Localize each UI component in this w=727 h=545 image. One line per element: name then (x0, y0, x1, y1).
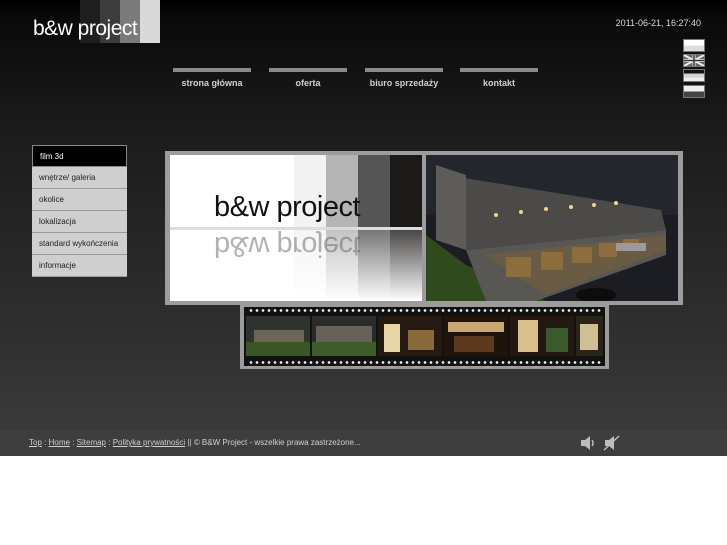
nav-label: kontakt (482, 78, 515, 88)
side-menu-item-gallery[interactable]: wnętrze/ galeria (32, 167, 127, 189)
footer-separator: : (108, 438, 111, 447)
sound-on-icon[interactable] (579, 435, 597, 451)
gallery-logo-panel: b&w project b&w project (170, 155, 422, 301)
building-render-image (426, 155, 678, 301)
thumbnail-4[interactable] (444, 316, 508, 356)
thumbnail-6[interactable] (576, 316, 603, 356)
current-datetime: 2011-06-21, 16:27:40 (615, 18, 701, 28)
side-menu-item-information[interactable]: informacje (32, 255, 127, 277)
nav-bar (460, 68, 538, 72)
filmstrip-inner (244, 307, 605, 366)
nav-label: biuro sprzedaży (369, 78, 439, 88)
nav-home[interactable]: strona główna (173, 68, 251, 92)
nav-bar (269, 68, 347, 72)
language-flag-3[interactable] (683, 69, 705, 82)
nav-offer[interactable]: oferta (269, 68, 347, 92)
nav-label: strona główna (181, 78, 243, 88)
side-menu: film 3d wnętrze/ galeria okolice lokaliz… (32, 145, 127, 277)
thumbnail-2[interactable] (312, 316, 376, 356)
gallery-logo-reflection: b&w project (214, 230, 361, 262)
site-logo[interactable]: b&w project (0, 0, 160, 43)
main-gallery: b&w project b&w project (165, 151, 683, 305)
side-menu-item-film-3d[interactable]: film 3d (32, 145, 127, 167)
language-flag-1[interactable] (683, 39, 705, 52)
film-perforation (248, 309, 601, 312)
film-perforation (248, 361, 601, 364)
gallery-logo-text: b&w project (214, 191, 361, 223)
footer-copyright: || © B&W Project - wszelkie prawa zastrz… (187, 438, 361, 447)
thumbnail-5[interactable] (510, 316, 574, 356)
footer-link-sitemap[interactable]: Sitemap (77, 438, 106, 447)
language-flag-4[interactable] (683, 85, 705, 98)
sound-off-icon[interactable] (603, 435, 621, 451)
side-menu-item-location[interactable]: lokalizacja (32, 211, 127, 233)
logo-stripes-graphic (170, 155, 422, 301)
logo-stripe (140, 0, 160, 43)
language-flag-uk[interactable] (683, 54, 705, 67)
filmstrip-thumbnails (240, 304, 609, 369)
nav-bar (365, 68, 443, 72)
building-render-photo[interactable] (426, 155, 678, 301)
page: b&w project 2011-06-21, 16:27:40 strona … (0, 0, 727, 456)
nav-label: oferta (295, 78, 321, 88)
footer: Top : Home : Sitemap : Polityka prywatno… (0, 430, 727, 456)
footer-links: Top : Home : Sitemap : Polityka prywatno… (29, 438, 361, 447)
footer-separator: : (72, 438, 75, 447)
footer-link-top[interactable]: Top (29, 438, 42, 447)
logo-text: b&w project (33, 17, 138, 40)
uk-flag-icon (684, 55, 704, 66)
nav-sales-office[interactable]: biuro sprzedaży (365, 68, 443, 92)
footer-link-home[interactable]: Home (49, 438, 70, 447)
thumbnail-1[interactable] (246, 316, 310, 356)
thumbnail-3[interactable] (378, 316, 442, 356)
side-menu-item-surroundings[interactable]: okolice (32, 189, 127, 211)
footer-separator: : (44, 438, 47, 447)
footer-link-privacy[interactable]: Polityka prywatności (113, 438, 185, 447)
side-menu-item-finish-standard[interactable]: standard wykończenia (32, 233, 127, 255)
nav-contact[interactable]: kontakt (460, 68, 538, 92)
nav-bar (173, 68, 251, 72)
